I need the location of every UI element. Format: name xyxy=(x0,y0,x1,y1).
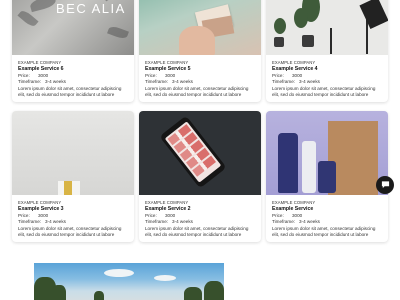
timeframe-label: Timeframe: xyxy=(145,219,169,225)
service-title[interactable]: Example Service 3 xyxy=(18,206,129,213)
plant-pot xyxy=(274,37,284,47)
price-value: 3000 xyxy=(165,213,176,218)
timeframe-label: Timeframe: xyxy=(272,219,296,225)
tree-shape xyxy=(94,291,104,300)
card-body: EXAMPLE COMPANY Example Service 4 Price:… xyxy=(266,55,388,102)
image-brand-text: BEC ALIA xyxy=(56,1,126,16)
service-description: Lorem ipsum dolor sit amet, consectetur … xyxy=(18,225,122,238)
price-value: 3000 xyxy=(292,213,303,218)
card-body: EXAMPLE COMPANY Example Service 5 Price:… xyxy=(139,55,261,102)
service-description: Lorem ipsum dolor sit amet, consectetur … xyxy=(18,85,122,98)
service-card[interactable]: EXAMPLE COMPANY Example Service 5 Price:… xyxy=(139,0,261,102)
hand-shape xyxy=(179,26,215,55)
service-image-chocolate-bar xyxy=(12,111,134,195)
timeframe-row: Timeframe: 3-4 weeks xyxy=(272,79,383,85)
service-title[interactable]: Example Service 2 xyxy=(145,206,256,213)
price-value: 3000 xyxy=(165,73,176,78)
service-title[interactable]: Example Service 5 xyxy=(145,66,256,73)
leaf-shadow xyxy=(17,8,39,29)
phone-shape xyxy=(159,115,227,189)
cosmetic-tube xyxy=(302,141,316,193)
tree-shape xyxy=(204,281,224,300)
timeframe-value: 3-4 weeks xyxy=(299,79,320,85)
timeframe-label: Timeframe: xyxy=(18,79,42,85)
price-value: 3000 xyxy=(38,73,49,78)
card-body: EXAMPLE COMPANY Example Service 6 Price:… xyxy=(12,55,134,102)
chat-bubble-icon xyxy=(381,176,390,194)
timeframe-label: Timeframe: xyxy=(145,79,169,85)
plant-shape xyxy=(294,8,308,28)
light-stand xyxy=(330,28,332,54)
service-image-plant-shadow: BEC ALIA xyxy=(12,0,134,55)
service-image-business-card xyxy=(139,0,261,55)
tree-shape xyxy=(52,285,66,300)
card-body: EXAMPLE COMPANY Example Service 3 Price:… xyxy=(12,195,134,242)
timeframe-value: 3-4 weeks xyxy=(172,79,193,85)
service-card[interactable]: EXAMPLE COMPANY Example Service 2 Price:… xyxy=(139,111,261,242)
service-card[interactable]: EXAMPLE COMPANY Example Service Price: 30… xyxy=(266,111,388,242)
chocolate-band xyxy=(64,181,72,195)
hero-landscape-image xyxy=(34,263,224,300)
service-image-phone xyxy=(139,111,261,195)
timeframe-row: Timeframe: 3-4 weeks xyxy=(18,79,129,85)
service-title[interactable]: Example Service 4 xyxy=(272,66,383,73)
leaf-shadow xyxy=(29,0,57,13)
card-body: EXAMPLE COMPANY Example Service Price: 30… xyxy=(266,195,388,242)
timeframe-value: 3-4 weeks xyxy=(172,219,193,225)
service-card[interactable]: EXAMPLE COMPANY Example Service 3 Price:… xyxy=(12,111,134,242)
timeframe-row: Timeframe: 3-4 weeks xyxy=(145,79,256,85)
card-body: EXAMPLE COMPANY Example Service 2 Price:… xyxy=(139,195,261,242)
service-description: Lorem ipsum dolor sit amet, consectetur … xyxy=(145,85,249,98)
cloud-shape xyxy=(104,269,134,277)
timeframe-row: Timeframe: 3-4 weeks xyxy=(145,219,256,225)
plant-pot xyxy=(302,35,314,47)
timeframe-value: 3-4 weeks xyxy=(299,219,320,225)
cosmetic-tube xyxy=(278,133,298,193)
timeframe-row: Timeframe: 3-4 weeks xyxy=(18,219,129,225)
service-description: Lorem ipsum dolor sit amet, consectetur … xyxy=(272,85,376,98)
price-value: 3000 xyxy=(292,73,303,78)
plant-shape xyxy=(274,18,286,34)
tree-shape xyxy=(184,287,202,300)
chat-widget-button[interactable] xyxy=(376,176,394,194)
phone-screen xyxy=(164,121,222,183)
service-title[interactable]: Example Service xyxy=(272,206,383,213)
timeframe-value: 3-4 weeks xyxy=(45,219,66,225)
price-value: 3000 xyxy=(38,213,49,218)
cloud-shape xyxy=(154,275,176,281)
timeframe-row: Timeframe: 3-4 weeks xyxy=(272,219,383,225)
cosmetic-jar xyxy=(318,161,336,193)
service-description: Lorem ipsum dolor sit amet, consectetur … xyxy=(272,225,376,238)
service-card[interactable]: EXAMPLE COMPANY Example Service 4 Price:… xyxy=(266,0,388,102)
service-image-cosmetics xyxy=(266,111,388,195)
leaf-shadow xyxy=(107,24,129,41)
timeframe-label: Timeframe: xyxy=(272,79,296,85)
timeframe-value: 3-4 weeks xyxy=(45,79,66,85)
service-card[interactable]: BEC ALIA EXAMPLE COMPANY Example Service… xyxy=(12,0,134,102)
service-description: Lorem ipsum dolor sit amet, consectetur … xyxy=(145,225,249,238)
service-image-studio-plants xyxy=(266,0,388,55)
softbox-light xyxy=(359,0,388,30)
service-title[interactable]: Example Service 6 xyxy=(18,66,129,73)
timeframe-label: Timeframe: xyxy=(18,219,42,225)
